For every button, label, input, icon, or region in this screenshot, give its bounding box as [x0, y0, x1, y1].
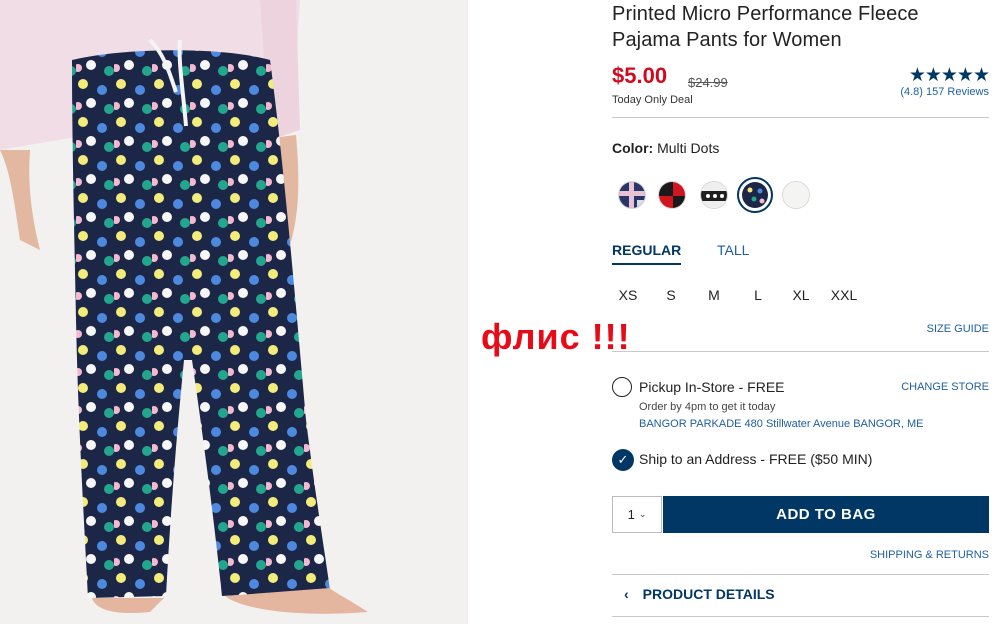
- product-title-line-2: Pajama Pants for Women: [612, 29, 842, 51]
- rating-stars[interactable]: ★★★★★: [909, 64, 990, 87]
- product-title-line-1: Printed Micro Performance Fleece: [612, 3, 919, 25]
- ship-label: Ship to an Address - FREE ($50 MIN): [639, 451, 873, 467]
- size-guide-link[interactable]: SIZE GUIDE: [927, 323, 989, 335]
- color-label: Color: Multi Dots: [612, 140, 719, 156]
- product-details-label: PRODUCT DETAILS: [642, 586, 775, 602]
- quantity-select[interactable]: 1 ⌄: [612, 496, 662, 533]
- pajama-pants-photo: [0, 0, 368, 614]
- store-address-link[interactable]: BANGOR PARKADE 480 Stillwater Avenue BAN…: [639, 418, 923, 430]
- color-swatch-fair-isle[interactable]: [700, 181, 728, 209]
- change-store-link[interactable]: CHANGE STORE: [901, 381, 989, 393]
- multi-dots-pattern-icon: [742, 182, 768, 208]
- pickup-radio[interactable]: [612, 377, 632, 397]
- tab-regular[interactable]: REGULAR: [612, 242, 682, 265]
- pickup-label: Pickup In-Store - FREE: [639, 379, 785, 395]
- product-info-pane: Printed Micro Performance Fleece Pajama …: [612, 0, 990, 624]
- shipping-returns-link[interactable]: SHIPPING & RETURNS: [870, 549, 989, 561]
- color-swatch-solid-white[interactable]: [782, 181, 810, 209]
- divider: [612, 574, 989, 575]
- product-image: [0, 0, 468, 624]
- deal-label: Today Only Deal: [612, 94, 693, 106]
- color-swatch-buffalo-check[interactable]: [658, 181, 686, 209]
- buffalo-check-pattern-icon: [659, 182, 685, 208]
- original-price: $24.99: [688, 75, 728, 90]
- color-swatch-plaid[interactable]: [618, 181, 646, 209]
- fair-isle-pattern-icon: [701, 182, 727, 208]
- size-option-xl[interactable]: XL: [785, 287, 817, 303]
- plaid-pattern-icon: [619, 182, 645, 208]
- size-option-s[interactable]: S: [655, 287, 687, 303]
- size-option-m[interactable]: M: [698, 287, 730, 303]
- divider: [612, 117, 989, 118]
- product-title: Printed Micro Performance Fleece Pajama …: [612, 1, 989, 53]
- chevron-down-icon: ⌄: [638, 509, 647, 519]
- solid-white-icon: [783, 182, 809, 208]
- add-to-bag-button[interactable]: ADD TO BAG: [663, 496, 989, 533]
- chevron-left-icon: ‹: [624, 586, 629, 602]
- color-selected-value: Multi Dots: [657, 140, 720, 156]
- product-details-toggle[interactable]: ‹ PRODUCT DETAILS: [612, 586, 775, 602]
- tab-tall[interactable]: TALL: [717, 242, 749, 258]
- reviews-link[interactable]: (4.8) 157 Reviews: [900, 86, 989, 98]
- color-swatch-multi-dots-selected[interactable]: [737, 177, 773, 213]
- color-label-key: Color:: [612, 140, 654, 156]
- divider: [612, 351, 989, 352]
- size-option-l[interactable]: L: [742, 287, 774, 303]
- size-option-xs[interactable]: XS: [612, 287, 644, 303]
- ship-checkmark-icon[interactable]: ✓: [612, 449, 634, 471]
- divider: [612, 616, 989, 617]
- annotation-text: флис !!!: [481, 316, 631, 357]
- sale-price: $5.00: [612, 63, 668, 88]
- size-option-xxl[interactable]: XXL: [828, 287, 860, 303]
- pickup-order-by-text: Order by 4pm to get it today: [639, 401, 776, 413]
- quantity-value: 1: [627, 507, 635, 522]
